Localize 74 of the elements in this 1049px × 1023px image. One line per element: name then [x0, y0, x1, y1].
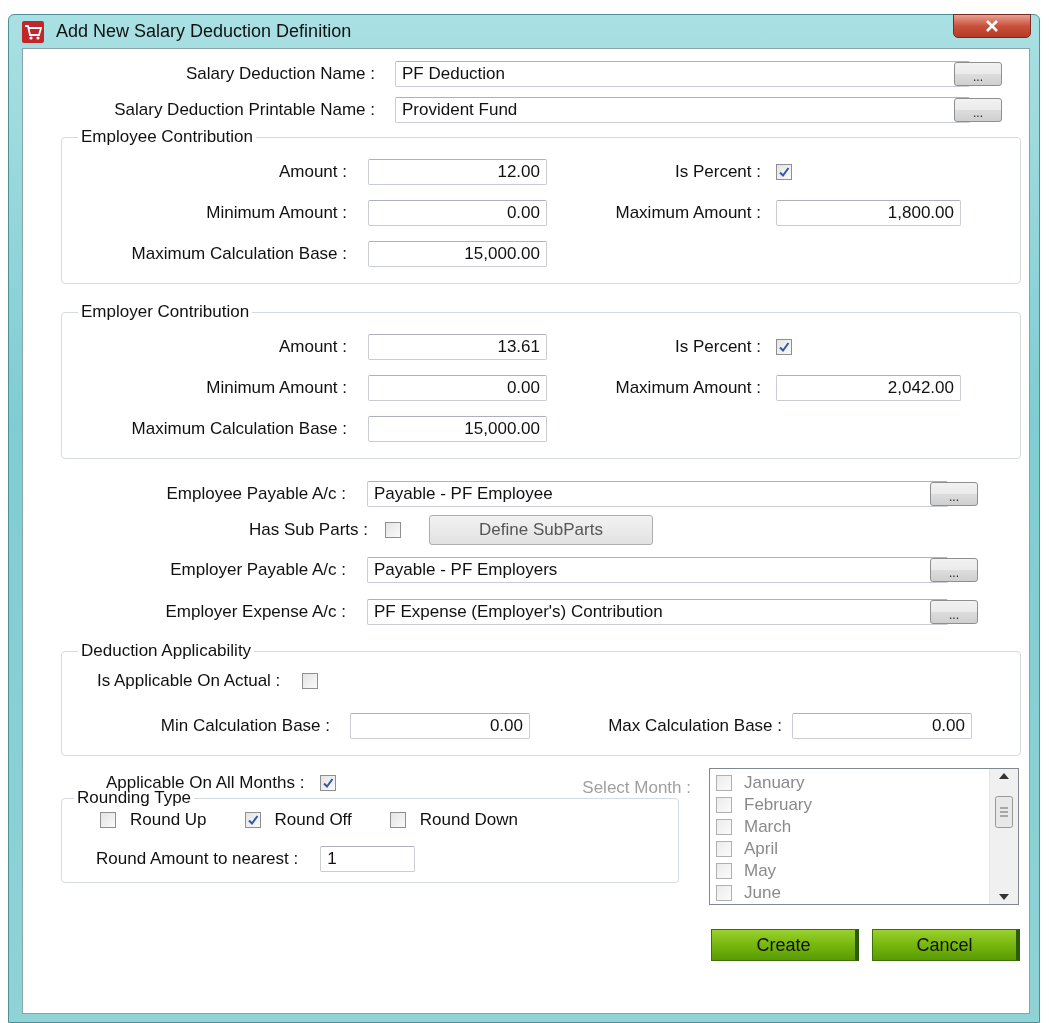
close-button[interactable] [953, 14, 1031, 38]
field-label: Amount : [277, 162, 347, 182]
option-label: Round Up [130, 810, 207, 830]
field-label: Minimum Amount : [205, 203, 347, 223]
number-field[interactable]: 1,800.00 [776, 200, 961, 226]
field-label: Maximum Calculation Base : [130, 419, 347, 439]
browse-button[interactable]: ... [930, 482, 978, 506]
field-label: Is Percent : [674, 162, 761, 182]
field-label: Salary Deduction Printable Name : [113, 100, 375, 120]
month-label: April [744, 839, 778, 859]
field-label: Salary Deduction Name : [185, 64, 375, 84]
text-field[interactable]: Payable - PF Employers [367, 557, 948, 583]
checkbox[interactable] [302, 673, 319, 689]
text-field[interactable]: PF Deduction [395, 61, 970, 87]
number-field[interactable]: 13.61 [368, 334, 547, 360]
field-label: Employee Payable A/c : [165, 484, 346, 504]
down-arrow-icon [999, 894, 1009, 900]
window-title: Add New Salary Deduction Definition [56, 21, 352, 42]
field-label: Minimum Amount : [205, 378, 347, 398]
month-label: March [744, 817, 792, 837]
browse-button[interactable]: ... [930, 558, 978, 582]
month-label: June [744, 883, 781, 903]
checkbox[interactable] [244, 812, 261, 828]
checkbox[interactable] [776, 339, 792, 355]
month-label: May [744, 861, 777, 881]
field-label: Amount : [277, 337, 347, 357]
field-label: Applicable On All Months : [106, 773, 305, 792]
up-arrow-icon [999, 773, 1009, 779]
field-label: Round Amount to nearest : [96, 849, 299, 869]
field-label: Select Month : [582, 778, 691, 798]
number-field[interactable]: 0.00 [350, 713, 530, 739]
text-field[interactable]: Payable - PF Employee [367, 481, 948, 507]
browse-button[interactable]: ... [954, 62, 1002, 86]
text-field[interactable]: PF Expense (Employer's) Contribution [367, 599, 948, 625]
option-label: Round Down [419, 810, 519, 830]
browse-button[interactable]: ... [930, 600, 978, 624]
close-icon [984, 20, 1000, 32]
checkbox[interactable] [385, 522, 401, 538]
group-title: Employer Contribution [80, 302, 251, 322]
group-title: Employee Contribution [80, 127, 254, 147]
number-field[interactable]: 0.00 [368, 200, 547, 226]
scroll-bar[interactable] [989, 769, 1018, 904]
number-field[interactable]: 0.00 [792, 713, 972, 739]
field-label: Maximum Amount : [614, 378, 761, 398]
number-field[interactable]: 1 [320, 846, 416, 872]
number-field[interactable]: 15,000.00 [368, 416, 547, 442]
define-subparts-button[interactable]: Define SubParts [429, 515, 653, 545]
checkbox[interactable] [320, 775, 337, 791]
field-label: Max Calculation Base : [607, 716, 782, 736]
field-label: Has Sub Parts : [247, 520, 368, 540]
checkbox[interactable] [389, 812, 406, 828]
checkbox[interactable] [776, 164, 792, 180]
month-label: February [744, 795, 813, 815]
field-label: Is Percent : [674, 337, 761, 357]
action-button[interactable]: Create [711, 929, 859, 961]
field-label: Min Calculation Base : [159, 716, 330, 736]
browse-button[interactable]: ... [954, 98, 1002, 122]
text-field[interactable]: Provident Fund [395, 97, 970, 123]
number-field[interactable]: 0.00 [368, 375, 547, 401]
option-label: Round Off [274, 810, 352, 830]
month-label: January [744, 773, 805, 793]
number-field[interactable]: 2,042.00 [776, 375, 961, 401]
checkbox[interactable] [100, 812, 116, 828]
group-title: Deduction Applicability [80, 641, 253, 661]
field-label: Maximum Amount : [614, 203, 761, 223]
field-label: Is Applicable On Actual : [97, 671, 281, 691]
number-field[interactable]: 15,000.00 [368, 241, 547, 267]
cart-icon [22, 20, 44, 43]
field-label: Employer Payable A/c : [169, 560, 346, 580]
scroll-thumb-icon [995, 795, 1013, 828]
action-button[interactable]: Cancel [872, 929, 1020, 961]
field-label: Maximum Calculation Base : [130, 244, 347, 264]
field-label: Employer Expense A/c : [164, 602, 346, 622]
number-field[interactable]: 12.00 [368, 159, 547, 185]
